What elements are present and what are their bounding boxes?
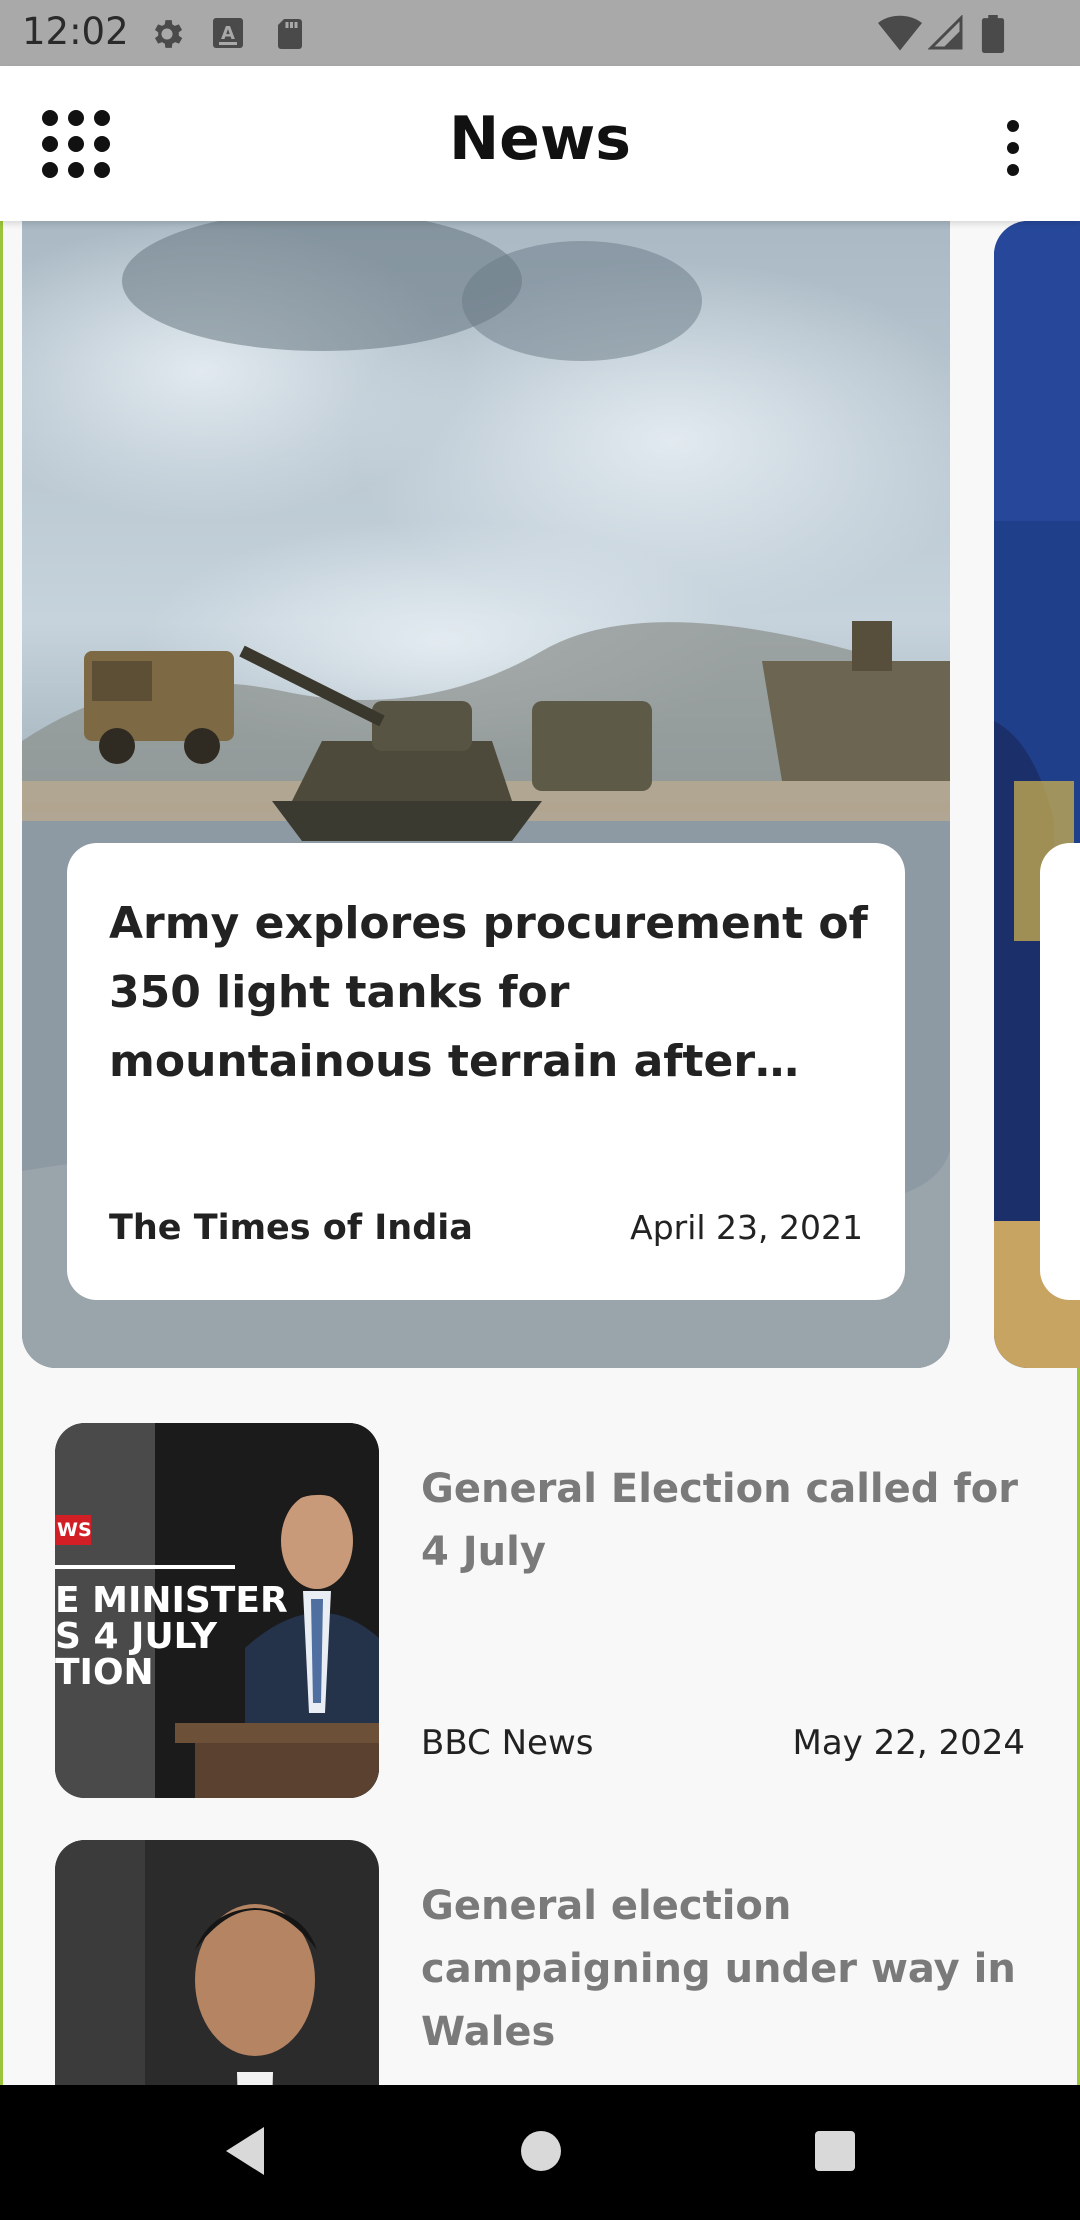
thumbnail-caption-line: E MINISTER [55,1580,288,1621]
cell-signal-icon [928,15,963,50]
thumbnail-caption-line: TION [55,1652,154,1693]
list-item-title[interactable]: General Election called for 4 July [421,1458,1021,1584]
svg-text:A: A [221,23,235,44]
carousel-card-info[interactable]: Army explores procurement of 350 light t… [67,843,905,1300]
carousel-card[interactable]: Army explores procurement of 350 light t… [22,221,950,1368]
content-area: Army explores procurement of 350 light t… [0,221,1080,2085]
sd-card-icon [278,19,302,49]
thumbnail-caption: E MINISTER S 4 JULY TION [55,1583,288,1691]
thumbnail-image [55,1840,379,2085]
carousel-card-date: April 23, 2021 [630,1208,863,1247]
keyboard-icon: A [213,18,243,48]
home-icon[interactable] [518,2123,564,2179]
thumbnail-caption-line: S 4 JULY [55,1616,218,1657]
list-item-date: May 22, 2024 [792,1723,1025,1763]
list-item-thumbnail: WS E MINISTER S 4 JULY TION [55,1423,379,1798]
list-item[interactable]: WS E MINISTER S 4 JULY TION General Elec… [55,1423,1025,1798]
list-item-thumbnail [55,1840,379,2085]
list-item[interactable]: General election campaigning under way i… [55,1840,1025,2085]
status-time: 12:02 [22,10,129,53]
list-item-source: BBC News [421,1723,594,1763]
battery-icon [981,15,1005,53]
carousel-card-next-info [1040,843,1080,1300]
carousel-card-title[interactable]: Army explores procurement of 350 light t… [109,889,869,1096]
list-item-title[interactable]: General election campaigning under way i… [421,1875,1021,2064]
recents-icon[interactable] [812,2123,858,2179]
status-bar: 12:02 A [0,0,1080,66]
gear-icon [154,20,183,48]
more-vert-icon[interactable] [998,118,1028,178]
back-icon[interactable] [220,2123,270,2179]
carousel-card-source: The Times of India [109,1208,473,1248]
headline-carousel[interactable]: Army explores procurement of 350 light t… [0,221,1080,1381]
app-bar: News [0,66,1080,221]
thumbnail-badge: WS [57,1519,92,1541]
wifi-icon [878,15,922,51]
page-title: News [448,104,632,174]
system-nav-bar [0,2085,1080,2220]
